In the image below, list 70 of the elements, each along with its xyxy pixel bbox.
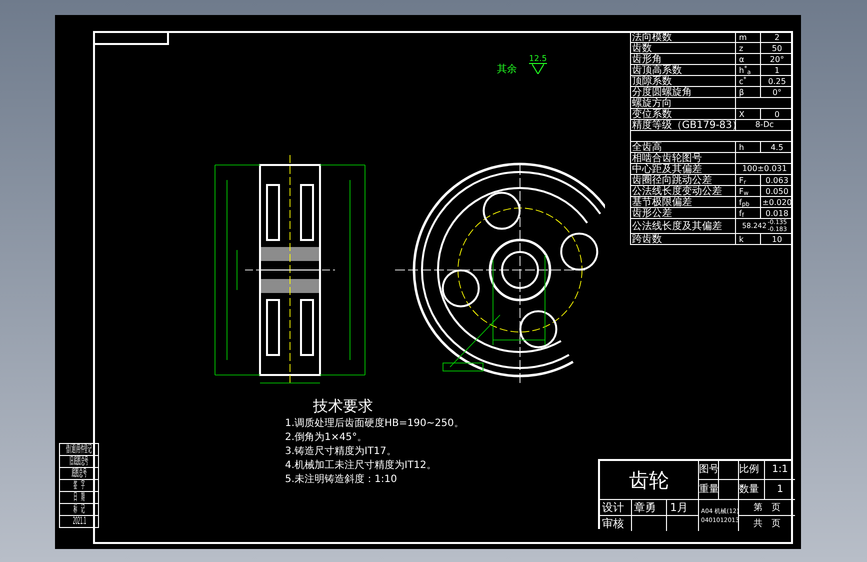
reviewer-label: 审核 — [602, 518, 624, 528]
requirements-title: 技术要求 — [313, 397, 374, 415]
parameter-symbol: X — [739, 108, 744, 120]
parameter-value: 0 — [774, 108, 780, 120]
parameter-symbol: f$_{f}$ — [739, 208, 744, 218]
drawing-number-label: 图号 — [699, 465, 719, 475]
sheet-number-label: 第 页 — [754, 502, 780, 512]
parameter-value: 4.5 — [770, 142, 784, 152]
parameter-symbol: α — [739, 54, 744, 64]
parameter-symbol: c$^{*}$ — [739, 76, 746, 86]
requirement-text: 3.铸造尺寸精度为IT17。 — [285, 446, 398, 457]
parameter-value: 8-Dc — [755, 121, 774, 129]
parameter-name: 分度圆螺旋角 — [632, 86, 692, 98]
parameter-name: 跨齿数 — [632, 234, 662, 244]
parameter-name: 顶隙系数 — [632, 76, 672, 86]
parameter-name: 公法线长度变动公差 — [632, 186, 722, 196]
parameter-symbol: h — [739, 142, 744, 152]
parameter-value: 100±0.031 — [742, 165, 787, 173]
parameter-value: 0° — [772, 86, 782, 98]
parameter-name: 中心距及其偏差 — [632, 164, 702, 174]
parameter-name: 齿顶高系数 — [632, 64, 682, 76]
parameter-value: 0.018 — [766, 208, 788, 218]
parameter-symbol: F$_{r}$ — [739, 174, 746, 186]
parameter-value: 1 — [774, 64, 780, 76]
side-table-label: 借(通)用件登记 — [66, 444, 92, 454]
parameter-name: 螺旋方向 — [632, 98, 672, 108]
requirement-text: 2.倒角为1×45°。 — [285, 432, 368, 443]
parameter-name: 齿圈径向跳动公差 — [632, 174, 712, 186]
parameter-value: 2 — [774, 32, 780, 42]
requirement-text: 5.未注明铸造斜度：1:10 — [285, 474, 398, 485]
parameter-name: 齿形公差 — [632, 208, 672, 218]
side-table-label: 2021.1 — [72, 516, 86, 526]
requirement-text: 1.调质处理后齿面硬度HB=190~250。 — [285, 418, 464, 429]
parameter-symbol: k — [739, 234, 744, 244]
parameter-name: 公法线长度及其偏差 — [632, 220, 722, 232]
parameter-value: ±0.020 — [762, 196, 792, 208]
design-date: 1月 — [670, 502, 688, 512]
parameter-value: 0.25 — [768, 76, 786, 86]
parameter-name: 全齿高 — [632, 142, 662, 152]
parameter-value: 10 — [772, 234, 782, 244]
quantity-value: 1 — [776, 484, 784, 494]
parameter-name: 变位系数 — [632, 108, 672, 120]
side-table-label: 标 记 — [73, 504, 85, 514]
surface-finish-label: 其余 — [497, 65, 517, 75]
parameter-name: 基节极限偏差 — [632, 196, 692, 208]
designer-name: 章勇 — [634, 502, 656, 512]
parameter-symbol: z — [739, 42, 744, 54]
scale-value: 1:1 — [772, 465, 788, 475]
parameter-name: 相啮合齿轮图号 — [632, 152, 702, 164]
part-name: 齿轮 — [629, 469, 669, 491]
parameter-value: 20° — [770, 54, 784, 64]
requirement-text: 4.机械加工未注尺寸精度为IT12。 — [285, 460, 438, 471]
parameter-value: 50 — [772, 42, 782, 54]
scale-label: 比例 — [739, 465, 759, 475]
side-table-label: 旧底图总号 — [70, 456, 88, 466]
parameter-symbol: β — [739, 86, 744, 98]
parameter-symbol: f$_{pb}$ — [739, 196, 750, 208]
parameter-value: 0.063 — [766, 174, 788, 186]
parameter-name: 齿形角 — [632, 54, 662, 64]
designer-label: 设计 — [602, 502, 624, 512]
side-table-label: 日 期 — [73, 492, 85, 502]
parameter-name: 齿数 — [632, 42, 652, 54]
parameter-value: 0.050 — [766, 186, 788, 196]
side-table-label: 签 字 — [73, 480, 85, 490]
parameter-symbol: F$_{w}$ — [739, 186, 749, 196]
side-table-label: 底图总号 — [71, 468, 87, 478]
total-sheets-label: 共 页 — [754, 518, 780, 528]
weight-label: 重量 — [699, 484, 719, 494]
quantity-label: 数量 — [739, 484, 759, 494]
parameter-symbol: m — [739, 32, 747, 42]
